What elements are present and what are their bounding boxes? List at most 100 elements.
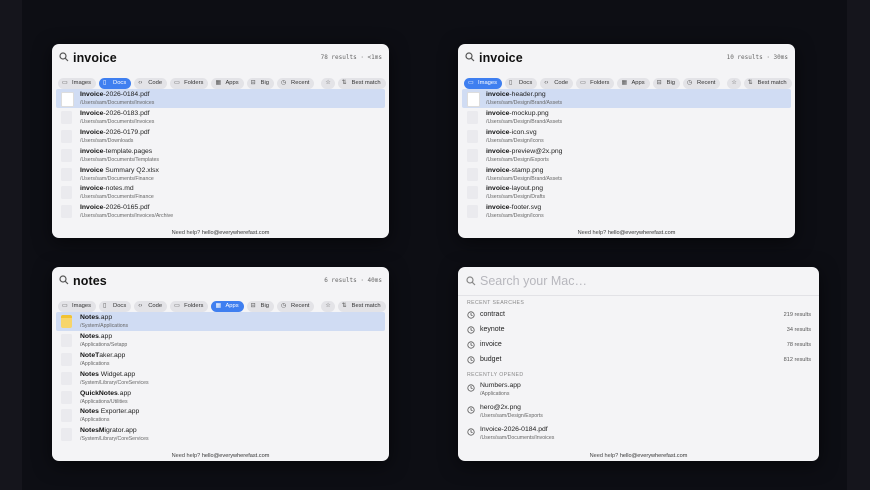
help-footer: Need help? hello@everywherefast.com (458, 453, 819, 459)
result-name-rest: -notes.md (103, 185, 134, 193)
result-row[interactable]: Invoice-2026-0179.pdf/Users/sam/Download… (56, 127, 385, 146)
result-name: Invoice-2026-0183.pdf (80, 110, 150, 117)
filter-chip-images[interactable]: ▭ Images (464, 78, 503, 89)
result-name-match: Notes (80, 332, 99, 340)
filter-chip-recent[interactable]: ◷ Recent (683, 78, 721, 89)
filter-chip-folders[interactable]: ▭ Folders (170, 78, 209, 89)
result-row[interactable]: invoice-layout.png/Users/sam/Design/Draf… (462, 183, 791, 202)
result-row[interactable]: Invoice-2026-0184.pdf/Users/sam/Document… (56, 89, 385, 108)
result-name: NoteTaker.app (80, 352, 125, 359)
image-icon: ▭ (468, 80, 474, 86)
result-path: /System/Library/CoreServices (80, 379, 149, 386)
filter-chip-recent[interactable]: ◷ Recent (277, 301, 315, 312)
filter-chip-images[interactable]: ▭ Images (58, 301, 97, 312)
image-file-icon (467, 110, 478, 124)
filter-chip-folders[interactable]: ▭ Folders (576, 78, 615, 89)
result-row[interactable]: Invoice-2026-0183.pdf/Users/sam/Document… (56, 108, 385, 127)
result-row[interactable]: Notes Exporter.app/Applications (56, 406, 385, 425)
filter-chip-big[interactable]: ⊟ Big (652, 78, 681, 89)
recent-search-item[interactable]: keynote 34 results (462, 323, 815, 338)
search-input[interactable]: notes (73, 274, 107, 288)
result-path: /Applications/Setapp (80, 341, 128, 348)
recently-opened-item[interactable]: Invoice-2026-0184.pdf/Users/sam/Document… (462, 423, 815, 444)
result-name-match: Notes (80, 370, 99, 378)
help-footer: Need help? hello@everywherefast.com (52, 453, 389, 459)
clock-icon: ◷ (687, 80, 693, 86)
filter-chip-big[interactable]: ⊟ Big (246, 301, 275, 312)
favorites-button[interactable]: ☆ (321, 301, 335, 312)
result-name-match: Invoice (80, 91, 104, 98)
result-row[interactable]: invoice-stamp.png/Users/sam/Design/Brand… (462, 165, 791, 184)
result-row[interactable]: invoice-mockup.png/Users/sam/Design/Bran… (462, 108, 791, 127)
filter-chip-code[interactable]: ‹› Code (134, 78, 168, 89)
sort-button[interactable]: ⇅ Best match (743, 78, 792, 89)
filter-chip-recent[interactable]: ◷ Recent (277, 78, 315, 89)
favorites-button[interactable]: ☆ (727, 78, 741, 89)
help-email-link[interactable]: hello@everywherefast.com (620, 453, 688, 459)
sort-button[interactable]: ⇅ Best match (337, 301, 386, 312)
search-panel-images: invoice 10 results · 30ms ▭ Images ▯ Docs ‹› Co… (458, 44, 795, 238)
result-row[interactable]: NotesMigrator.app/System/Library/CoreSer… (56, 425, 385, 444)
search-bar[interactable]: invoice 78 results · <1ms (52, 44, 389, 72)
search-bar[interactable]: notes 6 results · 40ms (52, 267, 389, 295)
result-name-rest: Exporter.app (98, 408, 140, 416)
filter-chip-docs[interactable]: ▯ Docs (99, 301, 132, 312)
recent-search-term: contract (480, 311, 505, 318)
recent-search-item[interactable]: invoice 78 results (462, 338, 815, 353)
sort-button[interactable]: ⇅ Best match (337, 78, 386, 89)
filter-chip-code[interactable]: ‹› Code (134, 301, 168, 312)
filter-chip-apps[interactable]: ▦ Apps (211, 78, 244, 89)
search-bar[interactable]: Search your Mac… (458, 267, 819, 295)
recently-opened-heading: RECENTLY OPENED (467, 372, 524, 378)
filter-chip-apps[interactable]: ▦ Apps (211, 301, 244, 312)
search-bar[interactable]: invoice 10 results · 30ms (458, 44, 795, 72)
filter-chip-folders[interactable]: ▭ Folders (170, 301, 209, 312)
filter-chip-images[interactable]: ▭ Images (58, 78, 97, 89)
search-input[interactable]: invoice (73, 51, 117, 65)
result-path: /Users/sam/Design/Brand/Assets (486, 175, 563, 182)
result-name: invoice-layout.png (486, 185, 543, 192)
result-row[interactable]: invoice-template.pages/Users/sam/Documen… (56, 146, 385, 165)
result-name: invoice-footer.svg (486, 204, 541, 211)
result-row[interactable]: Notes.app/System/Applications (56, 312, 385, 331)
filter-chip-label: Folders (184, 80, 204, 86)
result-row[interactable]: Notes.app/Applications/Setapp (56, 331, 385, 350)
result-row[interactable]: invoice-icon.svg/Users/sam/Design/Icons (462, 127, 791, 146)
help-email-link[interactable]: hello@everywherefast.com (608, 230, 676, 236)
recently-opened-item[interactable]: hero@2x.png/Users/sam/Design/Exports (462, 401, 815, 422)
result-row[interactable]: invoice-header.png/Users/sam/Design/Bran… (462, 89, 791, 108)
help-email-link[interactable]: hello@everywherefast.com (202, 453, 270, 459)
result-name: Notes.app (80, 333, 112, 340)
big-icon: ⊟ (250, 80, 256, 86)
result-name-match: Notes (80, 314, 99, 321)
filter-chip-apps[interactable]: ▦ Apps (617, 78, 650, 89)
pdf-file-icon (61, 110, 72, 124)
clock-icon: ◷ (281, 303, 287, 309)
result-row[interactable]: QuickNotes.app/Applications/Utilities (56, 388, 385, 407)
result-row[interactable]: invoice-preview@2x.png/Users/sam/Design/… (462, 146, 791, 165)
search-input[interactable]: invoice (479, 51, 523, 65)
recent-search-item[interactable]: contract 219 results (462, 308, 815, 323)
result-row[interactable]: invoice-footer.svg/Users/sam/Design/Icon… (462, 202, 791, 221)
result-row[interactable]: invoice-notes.md/Users/sam/Documents/Fin… (56, 183, 385, 202)
result-row[interactable]: Notes Widget.app/System/Library/CoreServ… (56, 369, 385, 388)
recent-search-item[interactable]: budget 812 results (462, 353, 815, 368)
filter-chip-label: Code (554, 80, 569, 86)
result-name: Invoice-2026-0179.pdf (80, 129, 150, 136)
result-row[interactable]: NoteTaker.app/Applications (56, 350, 385, 369)
result-row[interactable]: Invoice-2026-0165.pdf/Users/sam/Document… (56, 202, 385, 221)
result-path: /Users/sam/Documents/Templates (80, 156, 159, 163)
result-row[interactable]: Invoice Summary Q2.xlsx/Users/sam/Docume… (56, 165, 385, 184)
favorites-button[interactable]: ☆ (321, 78, 335, 89)
pages-file-icon (61, 148, 72, 162)
filter-chip-docs[interactable]: ▯ Docs (99, 78, 132, 89)
filter-chip-code[interactable]: ‹› Code (540, 78, 574, 89)
filter-chip-big[interactable]: ⊟ Big (246, 78, 275, 89)
help-email-link[interactable]: hello@everywherefast.com (202, 230, 270, 236)
star-icon: ☆ (731, 80, 737, 86)
result-path: /Users/sam/Documents/Finance (80, 175, 154, 182)
apps-icon: ▦ (215, 303, 222, 309)
filter-chip-docs[interactable]: ▯ Docs (505, 78, 538, 89)
search-input[interactable]: Search your Mac… (480, 274, 587, 288)
recently-opened-item[interactable]: Numbers.app/Applications (462, 379, 815, 400)
